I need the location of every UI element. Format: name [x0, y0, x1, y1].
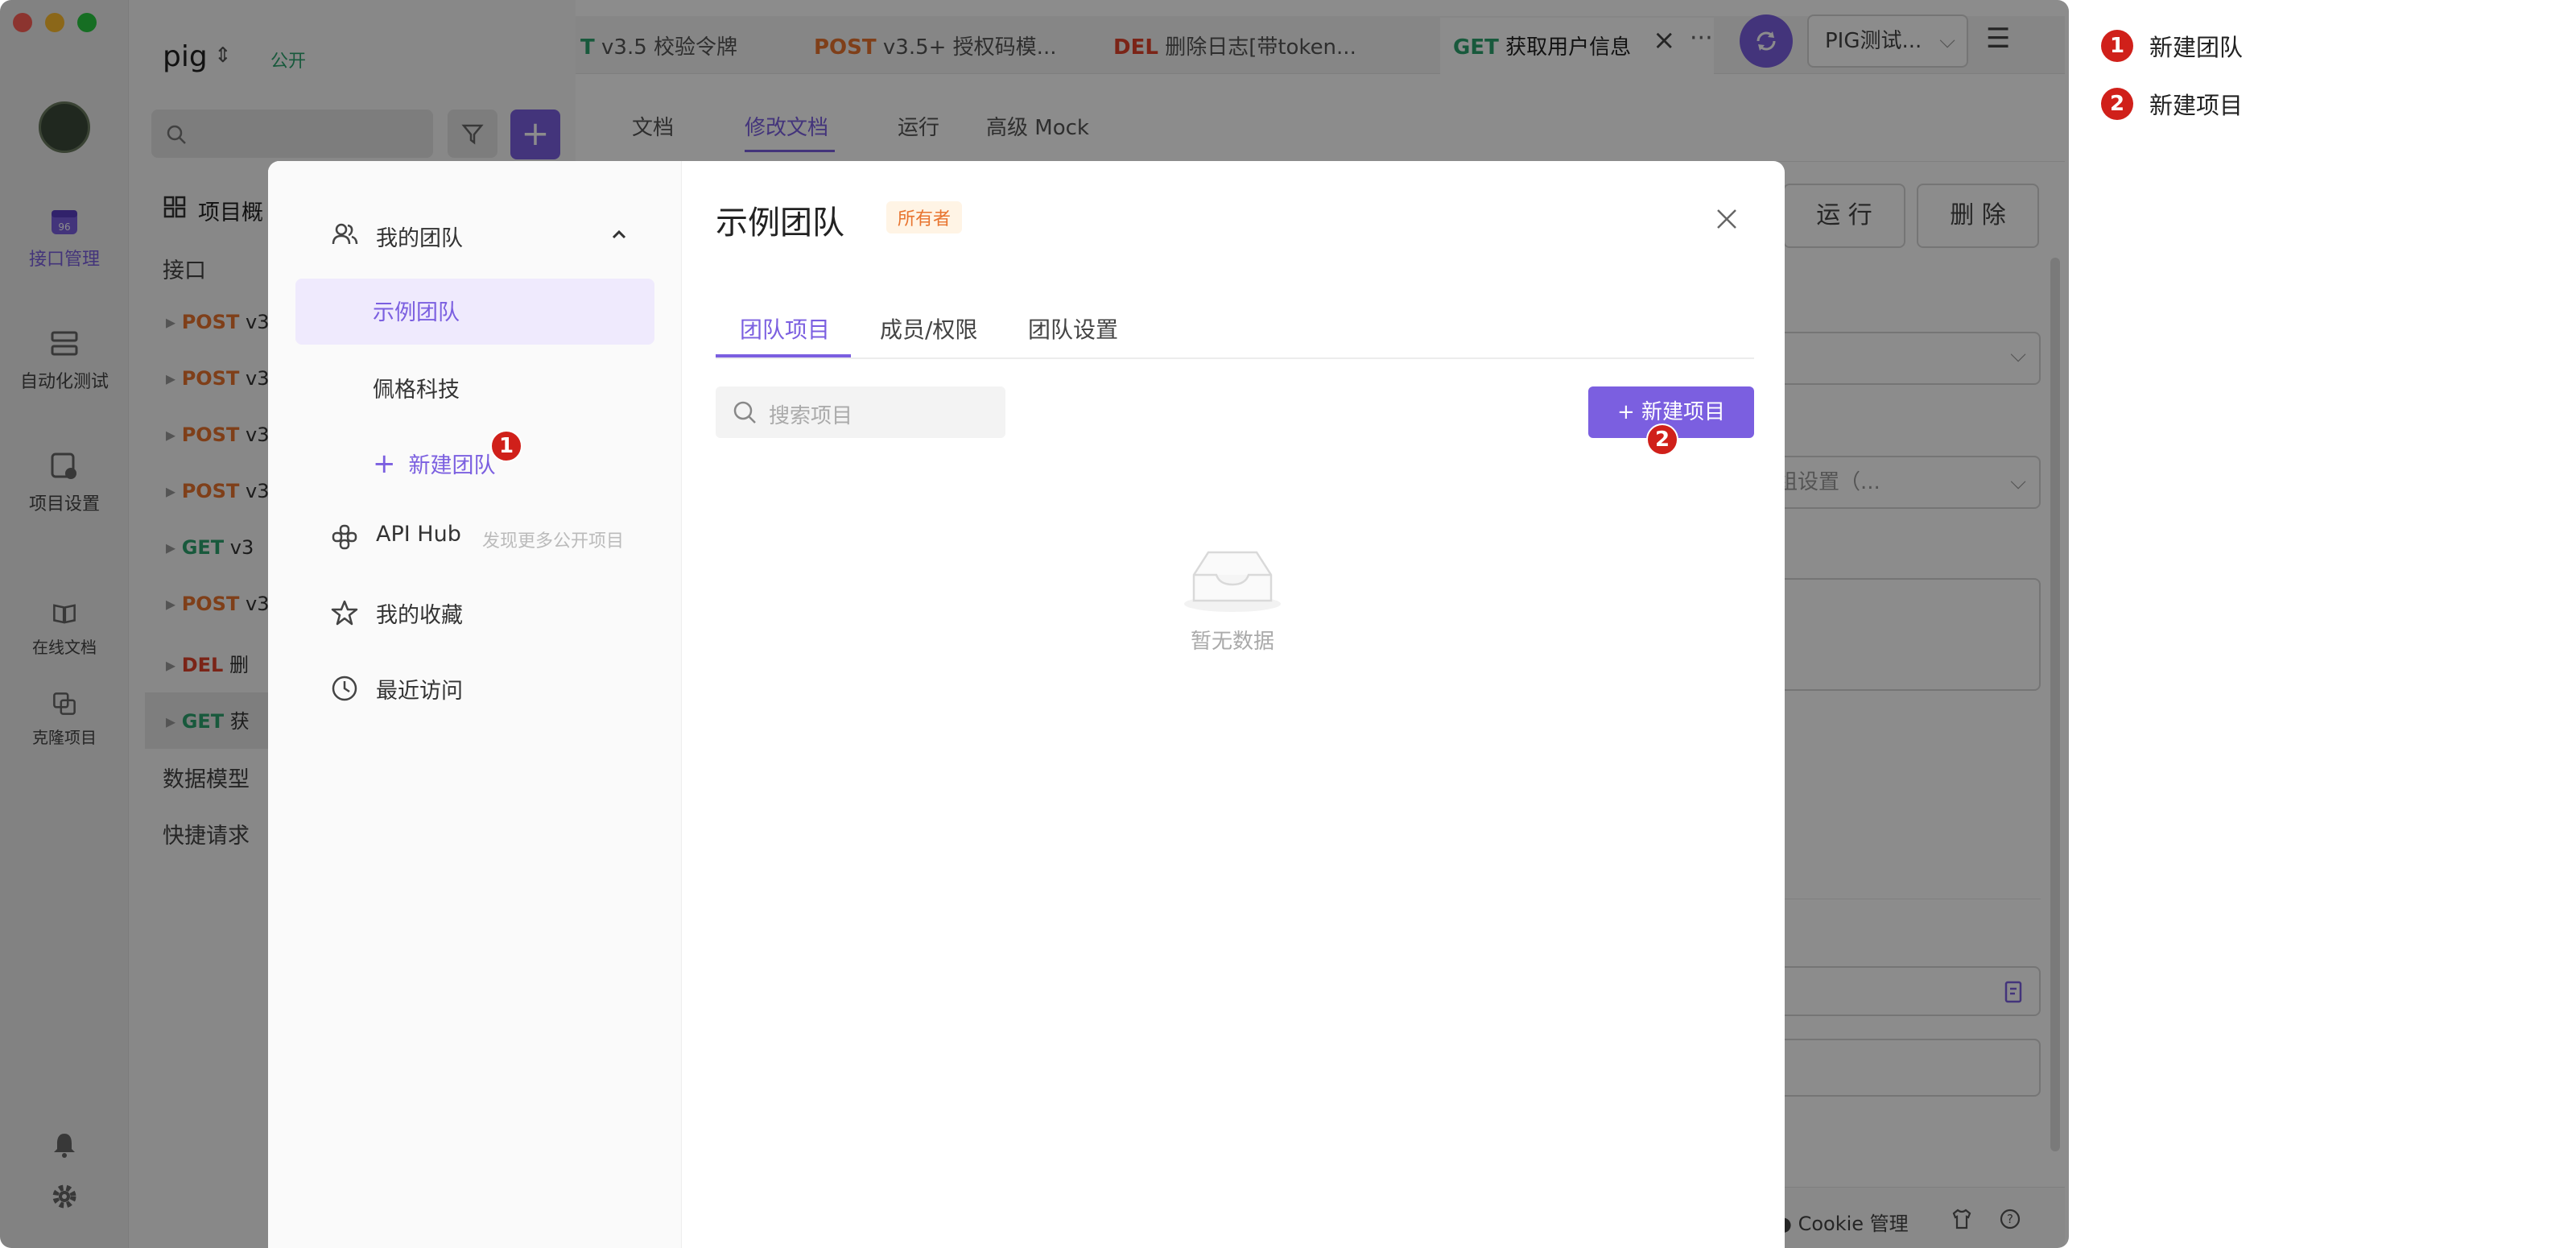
search-placeholder: 搜索项目 — [769, 404, 853, 428]
team-item-pig-tech[interactable]: 佩格科技 — [373, 372, 460, 403]
empty-box-icon — [1184, 551, 1281, 612]
api-hub-icon — [332, 524, 357, 550]
app-window: 96 接口管理 自动化测试 项目设置 在线文档 克隆项目 pig ⇕ 公开 + … — [0, 0, 2069, 1248]
api-hub-hint: 发现更多公开项目 — [482, 531, 625, 552]
clock-icon — [332, 676, 357, 701]
legend-badge: 1 — [2101, 30, 2133, 62]
role-badge: 所有者 — [886, 201, 963, 233]
legend-label: 新建团队 — [2149, 34, 2244, 61]
annotation-badge-2: 2 — [1646, 424, 1678, 456]
legend-badge: 2 — [2101, 88, 2133, 120]
modal-title: 示例团队 — [716, 205, 844, 242]
tab-team-projects[interactable]: 团队项目 — [740, 312, 830, 345]
api-hub-link[interactable]: API Hub — [376, 522, 461, 547]
legend-item: 2 新建项目 — [2101, 87, 2243, 121]
tabs-divider — [716, 357, 1754, 359]
team-icon — [332, 223, 358, 245]
search-icon — [733, 401, 756, 424]
screenshot-root: 96 接口管理 自动化测试 项目设置 在线文档 克隆项目 pig ⇕ 公开 + … — [0, 0, 2576, 1248]
annotation-badge-1: 1 — [490, 430, 522, 462]
team-modal: 我的团队 示例团队 佩格科技 + 新建团队 1 API Hub 发现更多公开项目 … — [268, 161, 1785, 1248]
my-team-header[interactable]: 我的团队 — [376, 221, 463, 252]
tab-team-settings[interactable]: 团队设置 — [1028, 312, 1118, 345]
team-item-example[interactable] — [295, 279, 654, 345]
project-search-input[interactable]: 搜索项目 — [716, 386, 1005, 438]
new-team-button[interactable]: + 新建团队 — [373, 448, 496, 480]
favorites-link[interactable]: 我的收藏 — [376, 597, 463, 629]
chevron-up-icon[interactable] — [609, 227, 629, 242]
team-item-label: 示例团队 — [373, 300, 460, 325]
tab-members-permissions[interactable]: 成员/权限 — [880, 312, 977, 345]
recent-link[interactable]: 最近访问 — [376, 673, 463, 705]
plus-icon: + — [373, 448, 396, 480]
star-icon — [331, 600, 358, 626]
legend-item: 1 新建团队 — [2101, 29, 2243, 63]
empty-text: 暂无数据 — [1190, 630, 1274, 654]
modal-sidebar: 我的团队 示例团队 佩格科技 + 新建团队 1 API Hub 发现更多公开项目 … — [268, 161, 682, 1248]
close-icon[interactable] — [1714, 206, 1740, 232]
legend-label: 新建项目 — [2149, 92, 2244, 119]
